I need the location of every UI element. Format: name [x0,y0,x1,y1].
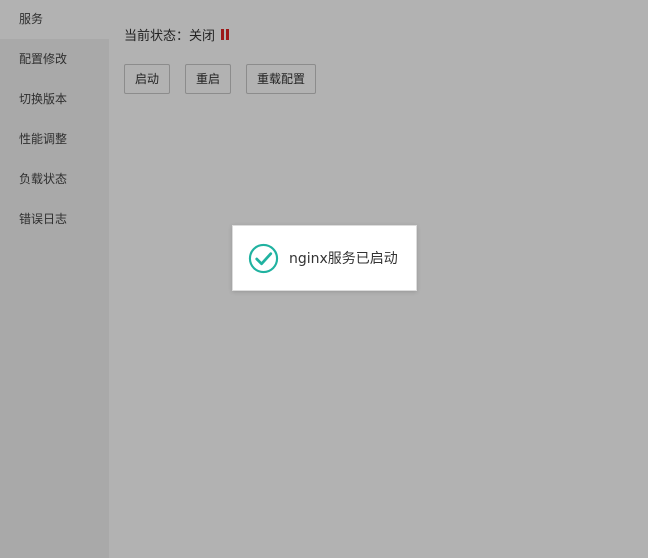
toast-message: nginx服务已启动 [232,225,417,291]
toast-text: nginx服务已启动 [289,251,398,267]
check-circle-icon [248,243,279,273]
app-window: 服务 配置修改 切换版本 性能调整 负载状态 错误日志 当前状态：关闭 启动 重… [0,0,648,558]
